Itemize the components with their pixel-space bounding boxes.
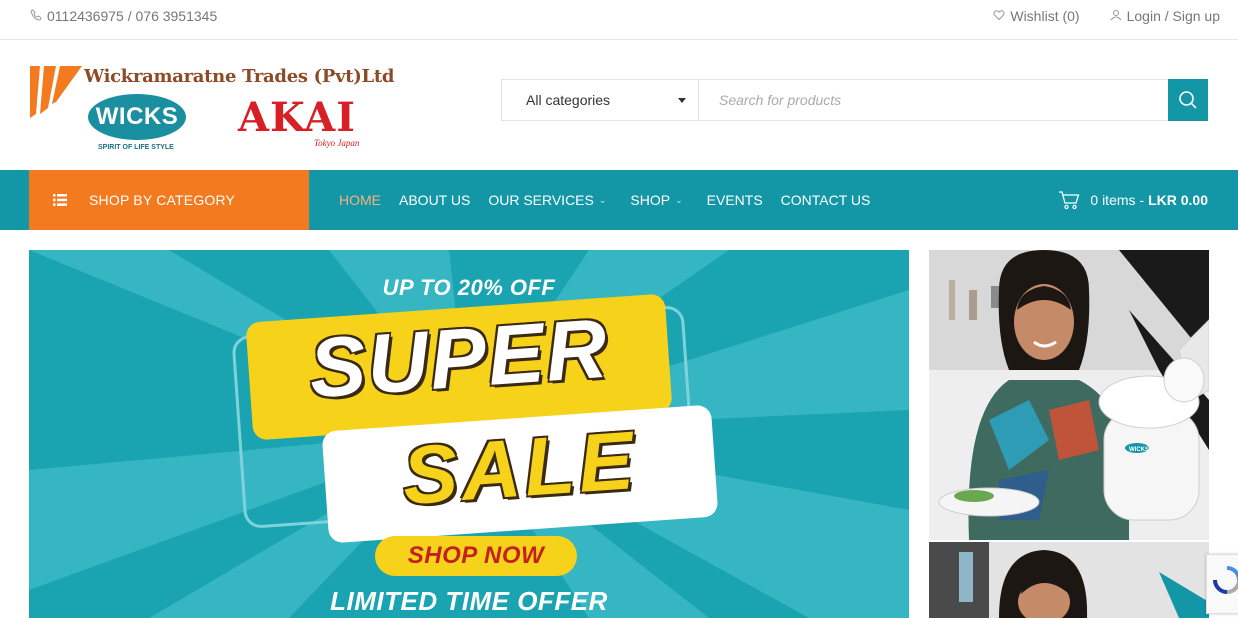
side-promo-image-1[interactable]: WICKS <box>929 250 1209 540</box>
banner-discount: UP TO 20% OFF <box>382 275 556 300</box>
wt-logo-mark-icon <box>30 66 82 118</box>
cart-total: LKR 0.00 <box>1148 192 1208 208</box>
nav-item-events[interactable]: EVENTS <box>707 192 763 208</box>
login-link[interactable]: Login / Sign up <box>1110 8 1220 24</box>
nav-item-contact-us[interactable]: CONTACT US <box>781 192 871 208</box>
chevron-down-icon: ⌄ <box>675 194 683 205</box>
chevron-down-icon: ⌄ <box>598 194 607 205</box>
cart-summary[interactable]: 0 items - LKR 0.00 <box>1058 170 1208 230</box>
cart-items-count: 0 items - <box>1090 192 1145 208</box>
woman-portrait-image <box>929 542 1209 618</box>
woman-with-rice-cooker-image: WICKS <box>929 250 1209 540</box>
phone-info: 0112436975 / 076 3951345 <box>30 8 217 24</box>
wishlist-label: Wishlist (0) <box>1010 8 1080 24</box>
top-bar: 0112436975 / 076 3951345 Wishlist (0) Lo… <box>0 0 1238 40</box>
nav-menu: HOME ABOUT US OUR SERVICES ⌄ SHOP ⌄ EVEN… <box>339 170 870 230</box>
site-logo[interactable]: Wickramaratne Trades (Pvt)Ltd WICKS SPIR… <box>30 66 394 156</box>
nav-item-home[interactable]: HOME <box>339 192 381 208</box>
banner-limited-text: LIMITED TIME OFFER <box>330 586 608 616</box>
nav-item-about-us[interactable]: ABOUT US <box>399 192 470 208</box>
user-icon <box>1110 8 1122 24</box>
nav-item-label: OUR SERVICES <box>488 192 594 208</box>
shop-now-button[interactable]: SHOP NOW <box>375 536 577 576</box>
shop-by-category-label: SHOP BY CATEGORY <box>89 192 236 208</box>
recaptcha-badge[interactable] <box>1206 554 1238 614</box>
nav-item-label: CONTACT US <box>780 192 871 208</box>
heart-icon <box>993 8 1005 24</box>
wicks-logo: WICKS <box>88 94 186 140</box>
nav-item-label: HOME <box>339 192 381 208</box>
nav-item-label: ABOUT US <box>399 192 471 208</box>
recaptcha-icon <box>1213 566 1238 594</box>
category-select-value: All categories <box>526 92 611 108</box>
search-button[interactable] <box>1168 79 1208 121</box>
shop-by-category-button[interactable]: SHOP BY CATEGORY <box>29 170 309 230</box>
phone-icon <box>30 8 42 24</box>
super-sale-banner[interactable]: UP TO 20% OFF SUPER SALE SHOP NOW LIMITE… <box>29 250 909 618</box>
search-bar: All categories <box>501 79 1208 121</box>
search-icon <box>1179 91 1197 109</box>
nav-item-shop[interactable]: SHOP ⌄ <box>630 192 682 208</box>
akai-logo: AKAI <box>238 94 356 141</box>
nav-item-label: EVENTS <box>706 192 763 208</box>
site-header: Wickramaratne Trades (Pvt)Ltd WICKS SPIR… <box>0 40 1238 170</box>
category-select[interactable]: All categories <box>502 80 699 120</box>
akai-tagline: Tokyo Japan <box>314 138 360 148</box>
rice-cooker-brand-text: WICKS <box>1129 447 1149 453</box>
main-nav: SHOP BY CATEGORY HOME ABOUT US OUR SERVI… <box>0 170 1238 230</box>
nav-item-label: SHOP <box>630 192 671 208</box>
wicks-tagline: SPIRIT OF LIFE STYLE <box>98 144 174 151</box>
cart-icon <box>1059 191 1080 210</box>
phone-text: 0112436975 / 076 3951345 <box>47 8 218 24</box>
search-input[interactable] <box>699 80 1168 120</box>
wishlist-link[interactable]: Wishlist (0) <box>993 8 1080 24</box>
login-label: Login / Sign up <box>1126 8 1220 24</box>
company-name: Wickramaratne Trades (Pvt)Ltd <box>84 66 395 87</box>
list-icon <box>53 194 67 206</box>
side-promo-image-2[interactable] <box>929 542 1209 618</box>
caret-down-icon <box>678 97 686 103</box>
nav-item-our-services[interactable]: OUR SERVICES ⌄ <box>488 192 606 208</box>
